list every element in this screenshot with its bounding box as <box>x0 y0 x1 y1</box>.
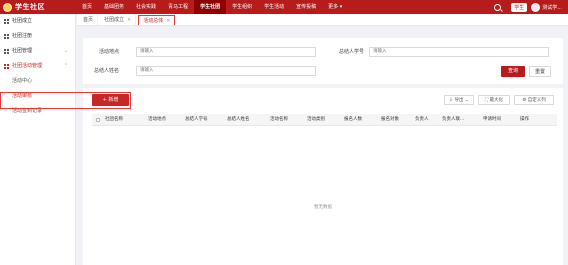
column-header[interactable]: 负责人 <box>415 114 429 126</box>
reset-button[interactable]: 重置 <box>529 66 551 77</box>
sidebar-item-club-founding[interactable]: 社团成立 <box>0 14 75 29</box>
tab-activity-overview[interactable]: 活动总体 × <box>138 15 176 25</box>
empty-state-text: 暂无数据 <box>314 205 332 210</box>
sidebar-subitem-signin-records[interactable]: 活动签到记录 <box>0 104 75 119</box>
custom-columns-button[interactable]: ⚙ 自定义列 <box>514 95 554 105</box>
column-header[interactable]: 活动类别 <box>307 114 325 126</box>
top-nav: 首页 基础团务 社会实践 青马工程 学生社团 学生组织 学生活动 宣传投稿 更多… <box>76 0 348 14</box>
leader-id-label: 总结人学号 <box>338 49 364 55</box>
avatar[interactable] <box>531 2 541 12</box>
emblem-icon <box>3 2 12 12</box>
column-header[interactable]: 申请时间 <box>483 114 501 126</box>
chevron-down-icon: ⌄ <box>63 48 68 54</box>
nav-item-activities[interactable]: 学生活动 <box>258 0 290 14</box>
export-button[interactable]: ⇩ 导出 ⌄ <box>444 95 474 105</box>
chevron-up-icon: ⌃ <box>63 63 68 69</box>
column-header[interactable]: 负责人联... <box>442 114 464 126</box>
tab-club-founding[interactable]: 社团成立 × <box>100 15 137 25</box>
nav-item-basic-affairs[interactable]: 基础团务 <box>98 0 130 14</box>
column-header[interactable]: 总结人学号 <box>185 114 208 126</box>
sidebar-subitem-activity-review[interactable]: 活动审核 <box>0 89 75 104</box>
column-header[interactable]: 报名对象 <box>381 114 399 126</box>
top-bar: 学生社区 首页 基础团务 社会实践 青马工程 学生社团 学生组织 学生活动 宣传… <box>0 0 568 14</box>
role-badge[interactable]: 学生 <box>511 2 528 12</box>
nav-item-submissions[interactable]: 宣传投稿 <box>290 0 322 14</box>
location-input[interactable] <box>136 46 316 57</box>
username[interactable]: 测试学... <box>542 4 562 11</box>
leader-id-input[interactable] <box>369 46 549 57</box>
sidebar-item-label: 社团注册 <box>12 33 33 39</box>
column-header[interactable]: 报名人数 <box>344 114 362 126</box>
grid-icon <box>4 34 9 39</box>
nav-item-organizations[interactable]: 学生组织 <box>226 0 258 14</box>
grid-icon <box>4 19 9 24</box>
nav-item-social-practice[interactable]: 社会实践 <box>130 0 162 14</box>
column-header[interactable]: 社团名称 <box>105 114 123 126</box>
grid-icon <box>4 64 9 69</box>
logo-text: 学生社区 <box>15 2 45 11</box>
sidebar-item-club-management[interactable]: 社团管理 ⌄ <box>0 44 75 59</box>
sidebar-item-label: 社团管理 <box>12 48 33 54</box>
top-right: 学生 测试学... <box>494 0 562 14</box>
leader-name-input[interactable] <box>136 65 316 76</box>
tab-home[interactable]: 首页 <box>79 15 99 25</box>
nav-item-more[interactable]: 更多 ▾ <box>322 0 348 14</box>
filter-panel: 活动地点 总结人学号 总结人姓名 查询 重置 <box>83 38 563 84</box>
nav-item-clubs[interactable]: 学生社团 <box>194 0 227 14</box>
add-button[interactable]: + 新增 <box>92 94 129 106</box>
select-all-checkbox[interactable] <box>96 118 100 122</box>
sidebar-item-activity-management[interactable]: 社团活动管理 ⌃ <box>0 59 75 74</box>
table-panel: + 新增 ⇩ 导出 ⌄ ⛶ 最大化 ⚙ 自定义列 社团名称 活动地点 总结人学号… <box>83 88 563 265</box>
grid-icon <box>4 49 9 54</box>
sidebar-subitem-activity-center[interactable]: 活动中心 <box>0 74 75 89</box>
close-icon[interactable]: × <box>166 18 170 24</box>
table-header: 社团名称 活动地点 总结人学号 总结人姓名 活动名称 活动类别 报名人数 报名对… <box>92 114 557 126</box>
logo: 学生社区 <box>0 0 76 14</box>
column-header[interactable]: 活动地点 <box>148 114 166 126</box>
column-header[interactable]: 活动名称 <box>270 114 288 126</box>
sidebar-item-label: 社团活动管理 <box>12 63 43 69</box>
nav-item-qingma[interactable]: 青马工程 <box>162 0 194 14</box>
sidebar: 社团成立 社团注册 社团管理 ⌄ 社团活动管理 ⌃ 活动中心 活动审核 活动签到… <box>0 14 76 265</box>
sidebar-item-club-registration[interactable]: 社团注册 <box>0 29 75 44</box>
search-icon[interactable] <box>494 3 502 11</box>
query-button[interactable]: 查询 <box>501 66 525 77</box>
nav-item-home[interactable]: 首页 <box>76 0 98 14</box>
location-label: 活动地点 <box>98 49 119 55</box>
close-icon[interactable]: × <box>127 17 131 23</box>
leader-name-label: 总结人姓名 <box>93 68 119 74</box>
column-header[interactable]: 总结人姓名 <box>227 114 250 126</box>
tab-bar: 首页 社团成立 × 活动总体 × <box>77 14 568 26</box>
sidebar-item-label: 社团成立 <box>12 18 33 24</box>
maximize-button[interactable]: ⛶ 最大化 <box>478 95 510 105</box>
column-header[interactable]: 操作 <box>520 114 529 126</box>
